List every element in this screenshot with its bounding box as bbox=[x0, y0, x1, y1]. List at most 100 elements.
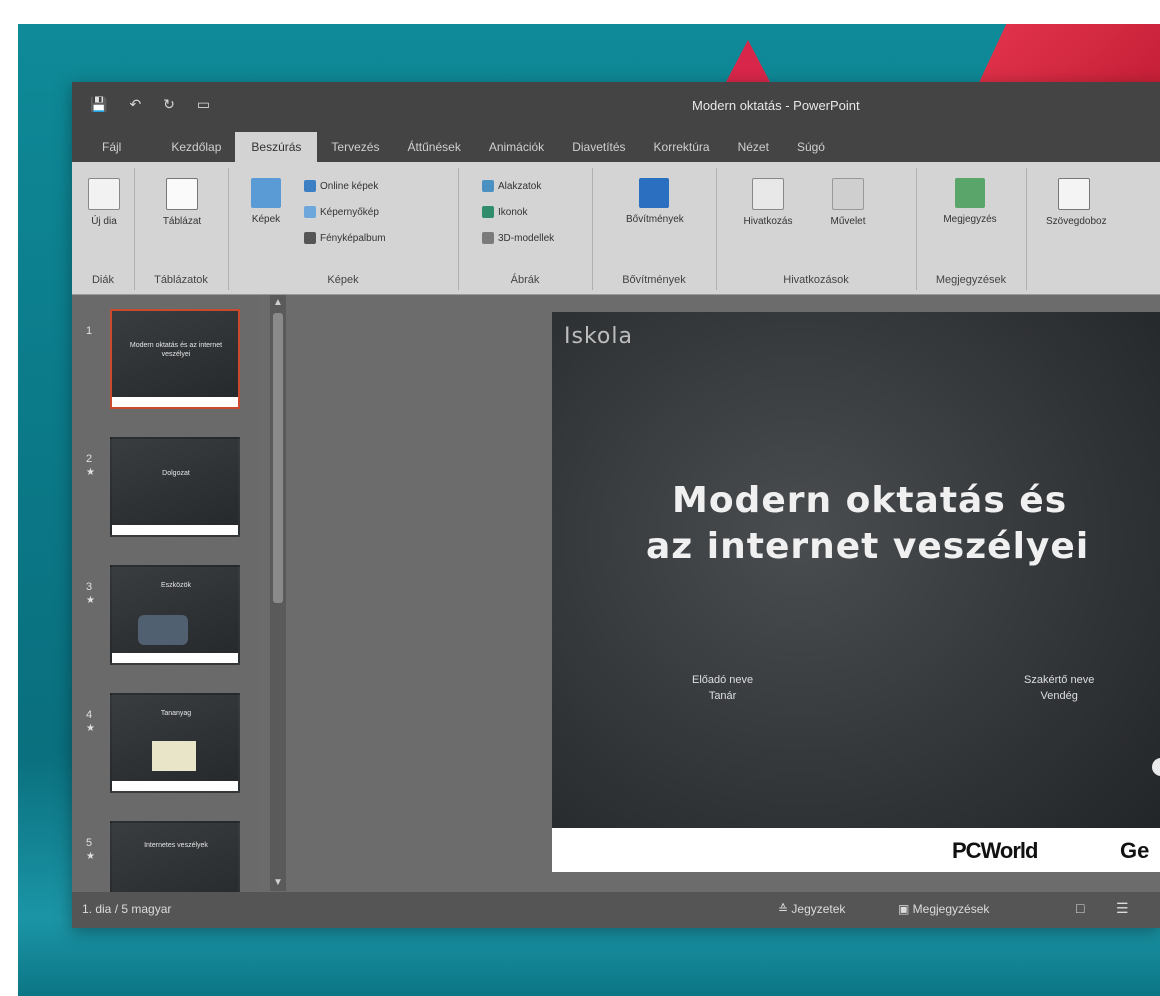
group-label-tables: Táblázatok bbox=[154, 274, 208, 286]
comment-label: Megjegyzés bbox=[943, 214, 997, 225]
text-box-label: Szövegdoboz bbox=[1046, 216, 1107, 227]
author-right-name: Szakértő neve bbox=[1024, 674, 1095, 686]
tab-design[interactable]: Tervezés bbox=[317, 140, 393, 162]
window-title: Modern oktatás - PowerPoint bbox=[692, 98, 860, 113]
author-left-name: Előadó neve bbox=[692, 674, 754, 686]
thumbnail-row[interactable]: 4 ★ Tananyag bbox=[72, 689, 258, 801]
footer-brand-logo: PCWorld bbox=[952, 838, 1038, 863]
author-left-role: Tanár bbox=[708, 690, 737, 702]
slide-thumbnail[interactable]: Dolgozat bbox=[110, 437, 240, 537]
comment-button[interactable]: Megjegyzés bbox=[942, 178, 998, 242]
slide-header-text[interactable]: Iskola bbox=[564, 324, 633, 349]
new-slide-label: Új dia bbox=[91, 216, 117, 227]
slide-thumbnail[interactable]: Modern oktatás és az internet veszélyei bbox=[110, 309, 240, 409]
slide-thumbnail[interactable]: Eszközök bbox=[110, 565, 240, 665]
undo-icon[interactable]: ↶ bbox=[129, 96, 141, 113]
table-button[interactable]: Táblázat bbox=[154, 178, 210, 242]
transition-star-icon: ★ bbox=[86, 467, 95, 478]
link-icon bbox=[752, 178, 784, 210]
tab-review[interactable]: Korrektúra bbox=[640, 140, 724, 162]
tab-file[interactable]: Fájl bbox=[72, 140, 157, 162]
link-button[interactable]: Hivatkozás bbox=[740, 178, 796, 242]
group-addins: Bővítmények Bővítmények bbox=[592, 168, 717, 290]
notes-label: Jegyzetek bbox=[791, 902, 846, 916]
scroll-down-icon[interactable]: ▼ bbox=[270, 875, 286, 891]
comments-button[interactable]: ▣ Megjegyzések bbox=[898, 902, 989, 916]
thumbnail-number: 4 bbox=[86, 709, 93, 721]
photo-album-label: Fényképalbum bbox=[320, 232, 386, 244]
online-pictures-button[interactable]: Online képek bbox=[304, 180, 378, 192]
present-icon[interactable]: ▭ bbox=[197, 96, 210, 113]
3d-models-button[interactable]: 3D-modellek bbox=[482, 232, 554, 244]
slide-thumbnails-pane: 1 Modern oktatás és az internet veszélye… bbox=[72, 295, 258, 921]
tab-animations[interactable]: Animációk bbox=[475, 140, 558, 162]
text-box-button[interactable]: Szövegdoboz bbox=[1046, 178, 1107, 242]
scrollbar-thumb[interactable] bbox=[273, 313, 283, 603]
action-icon bbox=[832, 178, 864, 210]
group-label-images: Képek bbox=[327, 274, 359, 286]
thumbnail-footer bbox=[112, 397, 238, 407]
tab-home[interactable]: Kezdőlap bbox=[157, 140, 235, 162]
pictures-button[interactable]: Képek bbox=[238, 178, 294, 242]
notes-icon: ≙ bbox=[778, 902, 792, 916]
shapes-icon bbox=[482, 180, 494, 192]
thumbnails-scrollbar[interactable]: ▲ ▼ bbox=[270, 295, 286, 891]
tab-insert[interactable]: Beszúrás bbox=[235, 132, 318, 162]
online-pictures-icon bbox=[304, 180, 316, 192]
thumbnail-text: Eszközök bbox=[161, 582, 191, 589]
comments-icon: ▣ bbox=[898, 902, 913, 916]
slide-author-right[interactable]: Szakértő neve Vendég bbox=[1024, 672, 1094, 704]
scroll-up-icon[interactable]: ▲ bbox=[270, 295, 286, 311]
thumbnail-image bbox=[152, 741, 196, 771]
notes-button[interactable]: ≙ Jegyzetek bbox=[778, 902, 845, 916]
transition-star-icon: ★ bbox=[86, 723, 95, 734]
save-icon[interactable]: 💾 bbox=[90, 96, 107, 113]
thumbnail-row[interactable]: 2 ★ Dolgozat bbox=[72, 433, 258, 545]
table-label: Táblázat bbox=[162, 216, 202, 227]
group-label-links: Hivatkozások bbox=[783, 274, 849, 286]
thumbnail-number: 5 bbox=[86, 837, 93, 849]
slide-author-left[interactable]: Előadó neve Tanár bbox=[692, 672, 753, 704]
slide-thumbnail[interactable]: Tananyag bbox=[110, 693, 240, 793]
screenshot-icon bbox=[304, 206, 316, 218]
pictures-icon bbox=[251, 178, 281, 208]
photo-album-button[interactable]: Fényképalbum bbox=[304, 232, 386, 244]
action-button[interactable]: Művelet bbox=[820, 178, 876, 242]
group-label-comments: Megjegyzések bbox=[935, 274, 1007, 286]
slide-counter: 1. dia / 5 magyar bbox=[82, 902, 172, 916]
slide-footer: PCWorld Ge bbox=[552, 828, 1160, 872]
tab-view[interactable]: Nézet bbox=[724, 140, 783, 162]
thumbnail-footer bbox=[112, 525, 238, 535]
group-text: Szövegdoboz bbox=[1026, 168, 1160, 290]
thumbnail-row[interactable]: 3 ★ Eszközök bbox=[72, 561, 258, 673]
comments-label: Megjegyzések bbox=[912, 902, 990, 916]
slide-title-line2: az internet veszélyei bbox=[646, 526, 1090, 567]
photo-album-icon bbox=[304, 232, 316, 244]
powerpoint-window: 💾 ↶ ↻ ▭ Modern oktatás - PowerPoint Fájl… bbox=[72, 82, 1160, 928]
shapes-button[interactable]: Alakzatok bbox=[482, 180, 541, 192]
slide-title[interactable]: Modern oktatás és az internet veszélyei bbox=[646, 478, 1160, 570]
thumbnail-footer bbox=[112, 781, 238, 791]
3d-models-label: 3D-modellek bbox=[498, 232, 555, 244]
new-slide-button[interactable]: Új dia bbox=[76, 178, 132, 242]
tab-help[interactable]: Súgó bbox=[783, 140, 839, 162]
thumbnail-number: 3 bbox=[86, 581, 93, 593]
thumbnail-row[interactable]: 1 Modern oktatás és az internet veszélye… bbox=[72, 305, 258, 417]
tab-slideshow[interactable]: Diavetítés bbox=[558, 140, 639, 162]
slide-sorter-icon[interactable]: ☰ bbox=[1116, 900, 1129, 917]
redo-icon[interactable]: ↻ bbox=[163, 96, 175, 113]
ribbon-tabs: Fájl Kezdőlap Beszúrás Tervezés Áttűnése… bbox=[72, 130, 1160, 162]
addins-icon bbox=[639, 178, 669, 208]
group-label-addins: Bővítmények bbox=[622, 274, 686, 286]
thumbnail-number: 2 bbox=[86, 453, 93, 465]
icons-button[interactable]: Ikonok bbox=[482, 206, 527, 218]
normal-view-icon[interactable]: □ bbox=[1076, 900, 1084, 916]
link-label: Hivatkozás bbox=[743, 216, 793, 227]
thumbnail-text: Modern oktatás és az internet veszélyei bbox=[129, 342, 223, 358]
addins-button[interactable]: Bővítmények bbox=[626, 178, 684, 242]
screenshot-button[interactable]: Képernyőkép bbox=[304, 206, 379, 218]
current-slide[interactable]: Iskola Modern oktatás és az internet ves… bbox=[552, 312, 1160, 872]
tab-transitions[interactable]: Áttűnések bbox=[393, 140, 474, 162]
thumbnail-number: 1 bbox=[86, 325, 93, 337]
author-right-role: Vendég bbox=[1040, 690, 1078, 702]
